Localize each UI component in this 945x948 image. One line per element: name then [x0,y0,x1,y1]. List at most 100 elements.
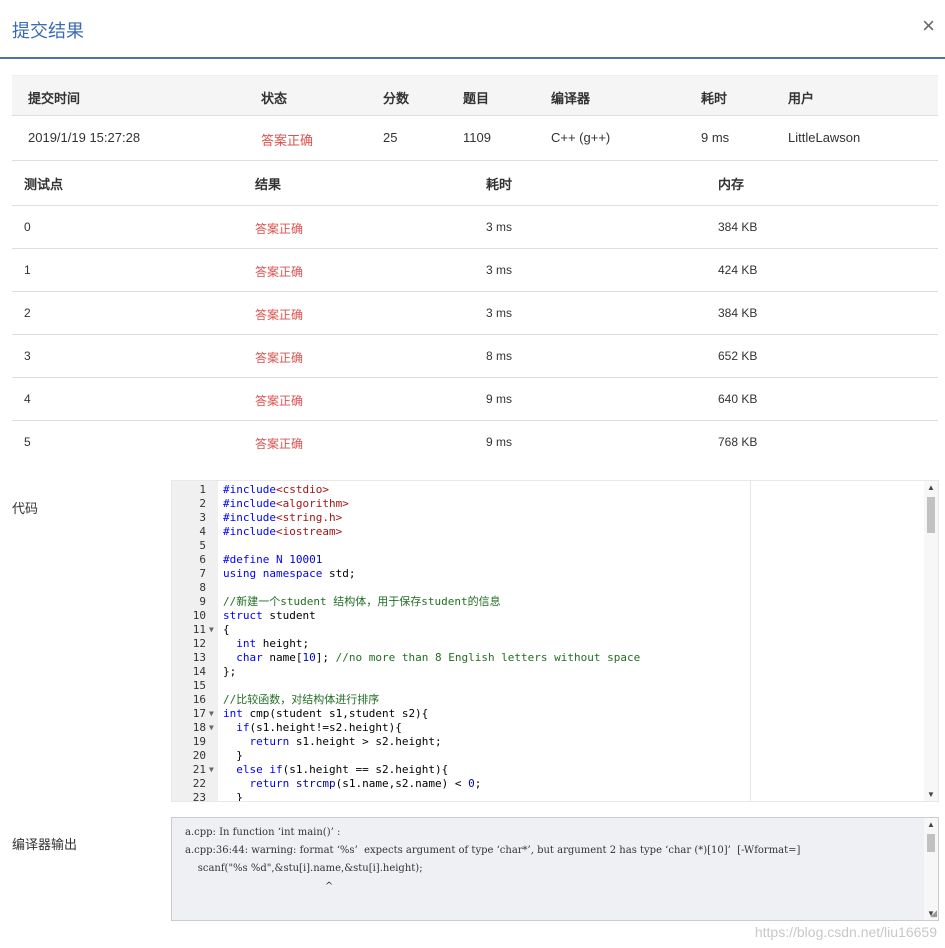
output-line: a.cpp:36:44: warning: format ‘%s’ expect… [185,845,801,856]
resize-handle-icon[interactable]: ◢ [930,908,937,919]
code-line: 12 int height; [172,637,922,651]
line-number: 6 [199,553,206,566]
code-text: else if(s1.height == s2.height){ [236,763,449,776]
scroll-down-icon[interactable]: ▼ [927,790,935,799]
testcase-col-id: 测试点 [24,177,64,192]
compiler: C++ (g++) [551,130,611,145]
compiler-output-text: a.cpp: In function ‘int main()’ : a.cpp:… [185,824,875,896]
code-text: char name[10]; //no more than 8 English … [236,651,641,664]
testcase-id: 3 [24,349,31,363]
summary-col-runtime: 耗时 [701,91,728,106]
scrollbar-thumb[interactable] [927,834,935,852]
line-number: 10 [192,609,206,622]
summary-col-compiler: 编译器 [551,91,591,106]
scroll-up-icon[interactable]: ▲ [927,820,935,829]
testcase-memory: 652 KB [718,349,758,363]
code-line: 21 ▼ else if(s1.height == s2.height){ [172,763,922,777]
code-text: } [223,749,243,762]
testcase-id: 2 [24,306,31,320]
line-number: 1 [199,483,206,496]
code-text: #include<cstdio> [223,483,329,496]
submit-time: 2019/1/19 15:27:28 [28,130,141,145]
code-text: #define N 10001 [223,553,323,566]
code-label: 代码 [12,501,39,516]
table-row: 5 答案正确 9 ms 768 KB [12,421,938,463]
compiler-output-textarea[interactable]: a.cpp: In function ‘int main()’ : a.cpp:… [171,817,939,921]
table-row: 0 答案正确 3 ms 384 KB [12,206,938,249]
output-line: a.cpp: In function ‘int main()’ : [185,827,341,838]
code-text: int height; [236,637,310,650]
testcase-memory: 384 KB [718,306,758,320]
code-line: 7 using namespace std; [172,567,922,581]
code-line: 9 //新建一个student 结构体，用于保存student的信息 [172,595,922,609]
line-number: 5 [199,539,206,552]
line-number: 23 [192,791,206,802]
close-icon[interactable]: × [922,14,935,38]
line-number: 21 [192,763,206,776]
code-line: 14}; [172,665,922,679]
code-text: struct student [223,609,316,622]
line-number: 11 [192,623,206,636]
score: 25 [383,130,398,145]
table-row: 4 答案正确 9 ms 640 KB [12,378,938,421]
testcase-table: 测试点 结果 耗时 内存 0 答案正确 3 ms 384 KB 1 答案正确 3… [12,161,938,463]
output-scrollbar[interactable]: ▲ ▼ [924,818,938,920]
dialog-title: 提交结果 [12,21,84,41]
testcase-time: 8 ms [486,349,513,363]
testcase-time: 9 ms [486,435,513,449]
line-number: 7 [199,567,206,580]
code-lines: 1 #include<cstdio> 2 #include<algorithm> 3 #i… [172,483,922,802]
testcase-header-row: 测试点 结果 耗时 内存 [12,161,938,206]
fold-arrow-icon[interactable]: ▼ [209,623,214,637]
line-number: 8 [199,581,206,594]
problem-id[interactable]: 1109 [463,130,491,145]
code-text: #include<algorithm> [223,497,349,510]
fold-arrow-icon[interactable]: ▼ [209,721,214,735]
testcase-memory: 768 KB [718,435,758,449]
code-text: if(s1.height!=s2.height){ [236,721,402,734]
output-line: ^ [185,881,334,892]
testcase-time: 3 ms [486,306,513,320]
line-number: 14 [192,665,206,678]
code-scrollbar[interactable]: ▲ ▼ [924,481,938,801]
code-line: 20 } [172,749,922,763]
code-line: 5 [172,539,922,553]
code-text: using namespace std; [223,567,356,580]
table-row: 1 答案正确 3 ms 424 KB [12,249,938,292]
code-line: 1 #include<cstdio> [172,483,922,497]
line-number: 18 [192,721,206,734]
username[interactable]: LittleLawson [788,130,860,145]
code-line: 13 char name[10]; //no more than 8 Engli… [172,651,922,665]
code-line: 8 [172,581,922,595]
status-badge: 答案正确 [261,133,314,148]
runtime: 9 ms [701,130,730,145]
code-editor[interactable]: 1 #include<cstdio> 2 #include<algorithm> 3 #i… [171,480,939,802]
code-text: return s1.height > s2.height; [249,735,442,748]
line-number: 19 [192,735,206,748]
fold-arrow-icon[interactable]: ▼ [209,763,214,777]
code-line: 3 #include<string.h> [172,511,922,525]
testcase-result: 答案正确 [255,308,304,322]
table-row: 3 答案正确 8 ms 652 KB [12,335,938,378]
summary-row: 2019/1/19 15:27:28 答案正确 25 1109 C++ (g++… [12,116,938,161]
code-line: 2 #include<algorithm> [172,497,922,511]
code-line: 18 ▼ if(s1.height!=s2.height){ [172,721,922,735]
code-line: 15 [172,679,922,693]
testcase-col-memory: 内存 [718,177,745,192]
fold-arrow-icon[interactable]: ▼ [209,707,214,721]
code-line: 19 return s1.height > s2.height; [172,735,922,749]
line-number: 22 [192,777,206,790]
code-text: #include<string.h> [223,511,343,524]
summary-col-problem: 题目 [463,91,490,106]
summary-header-row: 提交时间 状态 分数 题目 编译器 耗时 用户 [12,76,938,116]
code-text: //比较函数，对结构体进行排序 [223,693,380,706]
testcase-result: 答案正确 [255,265,304,279]
scrollbar-thumb[interactable] [927,497,935,533]
testcase-col-time: 耗时 [486,177,513,192]
code-text: #include<iostream> [223,525,343,538]
line-number: 17 [192,707,206,720]
scroll-up-icon[interactable]: ▲ [927,483,935,492]
code-text: { [223,623,230,636]
compiler-output-label: 编译器输出 [12,837,78,852]
line-number: 12 [192,637,206,650]
